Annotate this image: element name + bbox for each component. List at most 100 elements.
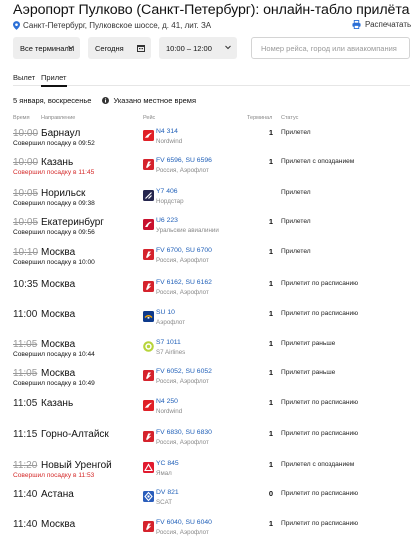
filter-bar: Все терминалы Сегодня 10:00 – 12:00 <box>13 37 410 59</box>
s7-logo <box>143 339 154 352</box>
airline-name: Ямал <box>156 470 172 477</box>
flight-row[interactable]: 11:40 Астана DV 821 SCAT 0 Прилетит по распис… <box>13 489 410 519</box>
scheduled-time: 10:35 <box>13 279 39 290</box>
airline-name: Уральские авиалинии <box>156 227 219 234</box>
flight-number-link[interactable]: FV 6596, SU 6596 <box>156 157 212 164</box>
terminal-number: 1 <box>268 519 273 528</box>
column-header-terminal: Терминал <box>247 115 273 121</box>
scheduled-time: 11:15 <box>13 429 38 440</box>
date-line: 5 января, воскресенье Указано местное вр… <box>13 96 196 105</box>
landing-note: Совершил посадку в 11:45 <box>13 169 95 176</box>
origin-city: Астана <box>41 489 74 500</box>
ural-logo <box>143 217 154 230</box>
flight-row[interactable]: 10:05 Екатеринбург Совершил посадку в 09:5… <box>13 217 410 247</box>
flight-number-link[interactable]: YC 845 <box>156 460 179 467</box>
terminal-number: 1 <box>268 368 273 377</box>
aeroflot-logo <box>143 309 154 322</box>
airline-name: Аэрофлот <box>156 319 186 326</box>
landing-note: Совершил посадку в 10:44 <box>13 351 95 358</box>
scheduled-time: 10:05 <box>13 217 39 228</box>
origin-city: Казань <box>41 398 74 409</box>
airport-address: Санкт-Петербург, Пулковское шоссе, д. 41… <box>13 21 211 30</box>
flight-row[interactable]: 10:00 Барнаул Совершил посадку в 09:52 N4 3… <box>13 128 410 158</box>
flight-number-link[interactable]: DV 821 <box>156 489 179 496</box>
airline-name: Nordwind <box>156 138 183 145</box>
flight-number-link[interactable]: S7 1011 <box>156 339 181 346</box>
terminal-number: 1 <box>268 309 273 318</box>
airline-name: Нордстар <box>156 198 184 205</box>
flight-status: Прилетел <box>281 218 311 225</box>
address-text[interactable]: Санкт-Петербург, Пулковское шоссе, д. 41… <box>23 21 211 30</box>
printer-icon <box>352 20 361 29</box>
flight-number-link[interactable]: FV 6700, SU 6700 <box>156 247 212 254</box>
origin-city: Новый Уренгой <box>41 460 112 471</box>
flight-number-link[interactable]: FV 6052, SU 6052 <box>156 368 212 375</box>
time-range-value: 10:00 – 12:00 <box>166 43 212 53</box>
landing-note: Совершил посадку в 10:00 <box>13 259 95 266</box>
origin-city: Москва <box>41 309 76 320</box>
flight-row[interactable]: 10:35 Москва FV 6162, SU 6162 Россия, Аэроф… <box>13 279 410 309</box>
nordstar-logo <box>143 188 154 201</box>
rossiya-logo <box>143 519 154 532</box>
flight-status: Прилетит по расписанию <box>281 520 359 527</box>
flight-row[interactable]: 11:20 Новый Уренгой Совершил посадку в 11:… <box>13 460 410 490</box>
origin-city: Норильск <box>41 188 86 199</box>
flight-number-link[interactable]: Y7 406 <box>156 188 178 195</box>
nordwind-logo <box>143 128 154 141</box>
scheduled-time: 11:05 <box>13 339 38 350</box>
flight-number-link[interactable]: N4 314 <box>156 128 178 135</box>
day-select-value: Сегодня <box>95 43 124 53</box>
flight-status: Прилетел <box>281 248 311 255</box>
flight-status: Прилетел с опозданием <box>281 461 355 468</box>
terminal-number: 1 <box>268 128 273 137</box>
scheduled-time: 10:05 <box>13 188 39 199</box>
print-label: Распечатать <box>365 20 412 29</box>
info-icon <box>102 97 110 104</box>
origin-city: Москва <box>41 279 76 290</box>
flight-number-link[interactable]: N4 250 <box>156 398 178 405</box>
airline-name: Россия, Аэрофлот <box>156 529 209 536</box>
chevron-down-icon <box>68 45 74 50</box>
flight-number-link[interactable]: FV 6040, SU 6040 <box>156 519 212 526</box>
terminal-number: 1 <box>268 339 273 348</box>
flight-row[interactable]: 10:10 Москва Совершил посадку в 10:00 FV 67… <box>13 247 410 277</box>
flight-status: Прилетит по расписанию <box>281 430 359 437</box>
terminal-number: 1 <box>268 398 273 407</box>
page-title: Аэропорт Пулково (Санкт-Петербург): онла… <box>13 2 410 18</box>
rossiya-logo <box>143 429 154 442</box>
flight-number-link[interactable]: FV 6830, SU 6830 <box>156 429 212 436</box>
time-range-select[interactable]: 10:00 – 12:00 <box>159 37 237 59</box>
flight-number-link[interactable]: U6 223 <box>156 217 178 224</box>
flight-status: Прилетел с опозданием <box>281 158 355 165</box>
print-button[interactable]: Распечатать <box>352 20 411 29</box>
flight-row[interactable]: 10:00 Казань Совершил посадку в 11:45 FV 65… <box>13 157 410 187</box>
flight-row[interactable]: 11:00 Москва SU 10 Аэрофлот 1 Прилетит по рас… <box>13 309 410 339</box>
day-select[interactable]: Сегодня <box>88 37 151 59</box>
landing-note: Совершил посадку в 11:53 <box>13 472 95 479</box>
origin-city: Москва <box>41 339 76 350</box>
terminal-select-value: Все терминалы <box>20 43 75 53</box>
terminal-select[interactable]: Все терминалы <box>13 37 80 59</box>
origin-city: Барнаул <box>41 128 81 139</box>
flight-row[interactable]: 11:40 Москва FV 6040, SU 6040 Россия, Аэроф… <box>13 519 410 537</box>
scheduled-time: 11:05 <box>13 398 38 409</box>
column-header-flight: Рейс <box>143 115 156 121</box>
scheduled-time: 11:05 <box>13 368 38 379</box>
terminal-number: 1 <box>268 429 273 438</box>
terminal-number: 0 <box>268 489 273 498</box>
flight-row[interactable]: 11:05 Казань N4 250 Nordwind 1 Прилетит по ра… <box>13 398 410 428</box>
flight-number-link[interactable]: SU 10 <box>156 309 175 316</box>
tab-departure[interactable]: Вылет <box>13 73 35 82</box>
nordwind-logo <box>143 398 154 411</box>
flight-status: Прилетит раньше <box>281 369 336 376</box>
flight-row[interactable]: 11:15 Горно-Алтайск FV 6830, SU 6830 Россия… <box>13 429 410 459</box>
flight-number-link[interactable]: FV 6162, SU 6162 <box>156 279 212 286</box>
flight-search-input[interactable] <box>251 37 410 59</box>
terminal-number: 1 <box>268 460 273 469</box>
scheduled-time: 11:40 <box>13 489 38 500</box>
flight-row[interactable]: 11:05 Москва Совершил посадку в 10:44 S7 10… <box>13 339 410 369</box>
flight-row[interactable]: 11:05 Москва Совершил посадку в 10:49 FV 60… <box>13 368 410 398</box>
tab-arrival[interactable]: Прилет <box>41 73 67 87</box>
flight-status: Прилетит по расписанию <box>281 280 359 287</box>
flight-row[interactable]: 10:05 Норильск Совершил посадку в 09:38 Y7 … <box>13 188 410 218</box>
